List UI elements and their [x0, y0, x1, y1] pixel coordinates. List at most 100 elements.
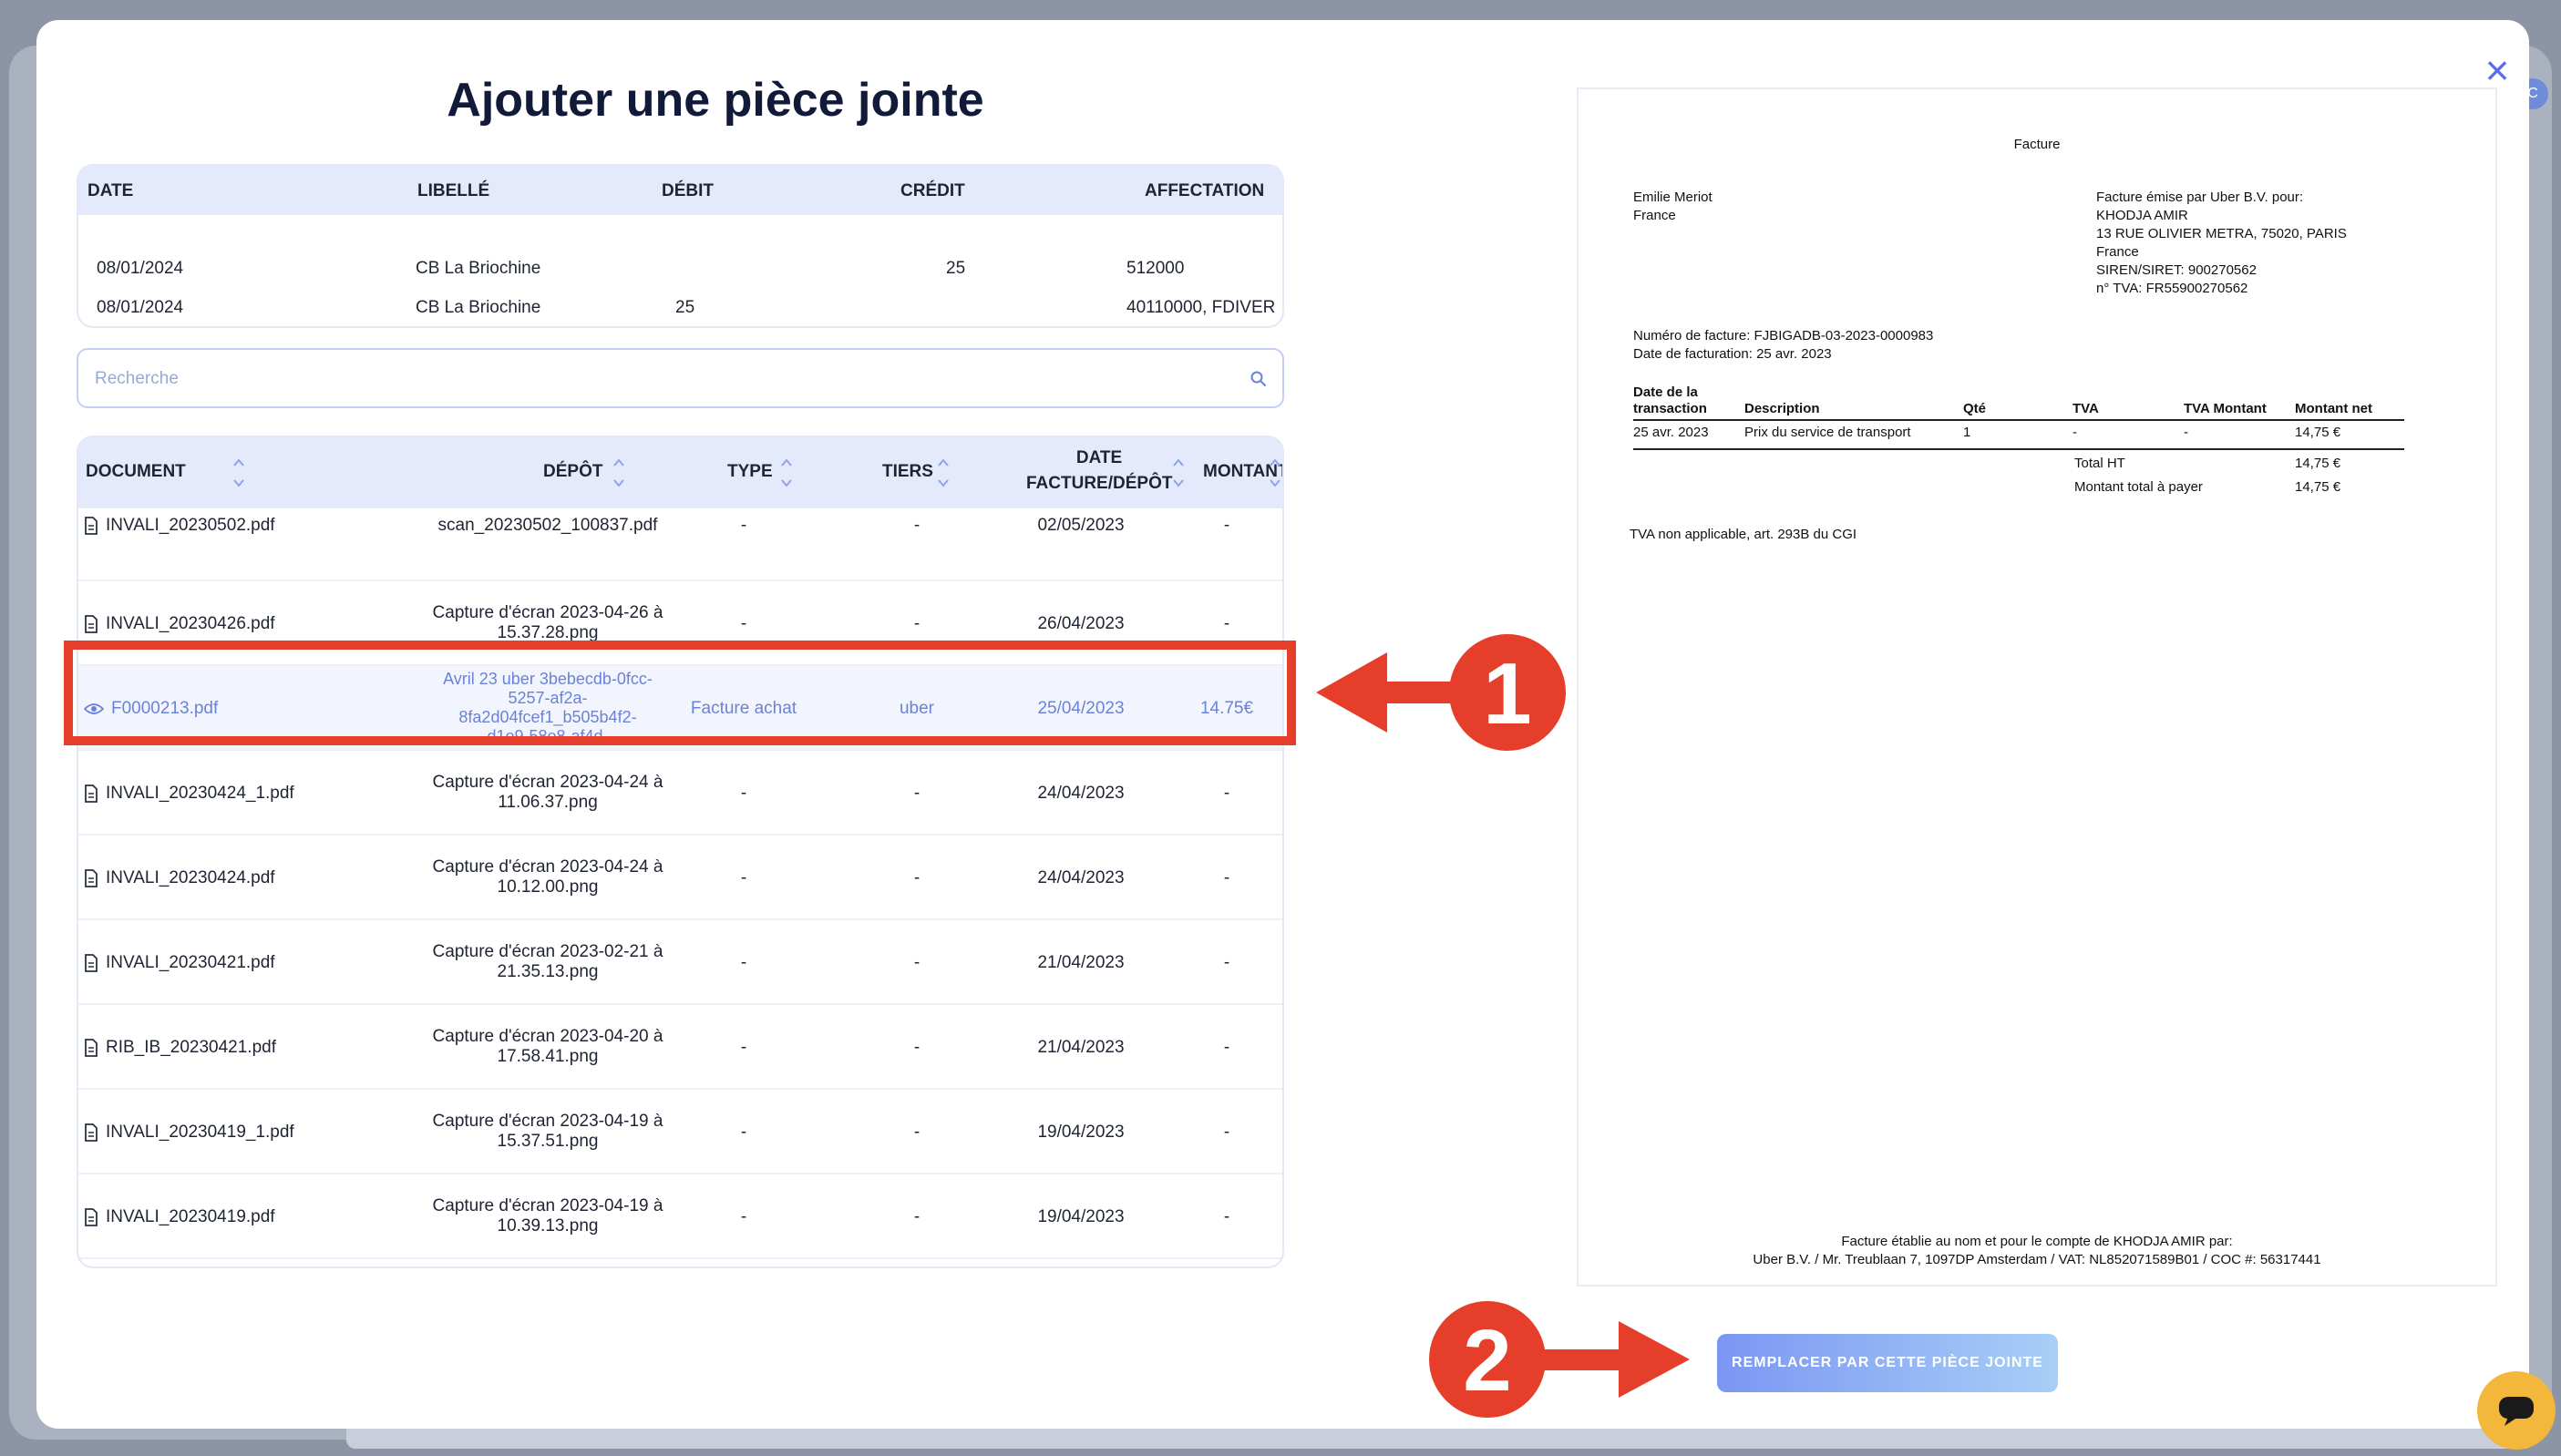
date-cell: 21/04/2023 — [1037, 953, 1125, 972]
type-cell: - — [740, 868, 747, 887]
column-header-tiers[interactable]: TIERS — [882, 462, 933, 482]
type-cell: - — [740, 1123, 747, 1142]
type-cell: Facture achat — [690, 699, 797, 718]
document-filename[interactable]: INVALI_20230424.pdf — [106, 868, 275, 888]
table-row[interactable]: INVALI_20230502.pdf scan_20230502_100837… — [78, 508, 1282, 581]
tiers-cell: - — [913, 1207, 921, 1226]
file-icon — [85, 1039, 98, 1057]
depot-line: 8fa2d04fcef1_b505b4f2- — [458, 708, 637, 726]
montant-cell: - — [1223, 1207, 1230, 1226]
replace-attachment-button[interactable]: REMPLACER PAR CETTE PIÈCE JOINTE — [1717, 1334, 2058, 1392]
column-header-depot[interactable]: DÉPÔT — [543, 462, 602, 482]
search-icon[interactable] — [1250, 370, 1268, 388]
table-row[interactable]: INVALI_20230424_1.pdf Capture d'écran 20… — [78, 751, 1282, 836]
table-row[interactable]: INVALI_20230419.pdf Capture d'écran 2023… — [78, 1174, 1282, 1259]
document-filename[interactable]: INVALI_20230502.pdf — [106, 516, 275, 536]
file-icon — [85, 784, 98, 803]
annotation-arrow-2: 2 — [1429, 1301, 1690, 1418]
document-filename[interactable]: INVALI_20230426.pdf — [106, 614, 275, 634]
depot-line: 5257-af2a- — [508, 689, 588, 707]
invoice-issuer-line: Facture émise par Uber B.V. pour: — [2096, 190, 2304, 205]
sort-arrows-icon[interactable] — [232, 455, 245, 491]
document-cell[interactable]: INVALI_20230419_1.pdf — [84, 1123, 294, 1143]
tx-debit: 25 — [675, 298, 695, 317]
search-input[interactable] — [95, 363, 1207, 395]
invoice-col-tva: TVA — [2072, 401, 2099, 416]
depot-line: 21.35.13.png — [497, 962, 599, 981]
chat-bubble-icon — [2499, 1397, 2534, 1426]
document-cell[interactable]: RIB_IB_20230421.pdf — [84, 1038, 276, 1058]
invoice-line-tva: - — [2072, 425, 2077, 440]
table-row[interactable]: INVALI_20230419_1.pdf Capture d'écran 20… — [78, 1090, 1282, 1174]
document-filename[interactable]: INVALI_20230421.pdf — [106, 953, 275, 973]
document-cell[interactable]: INVALI_20230421.pdf — [84, 953, 275, 973]
document-cell[interactable]: F0000213.pdf — [84, 699, 218, 719]
type-cell: - — [740, 516, 747, 535]
depot-line: Capture d'écran 2023-04-19 à — [432, 1196, 663, 1215]
file-icon — [85, 615, 98, 633]
sort-arrows-icon[interactable] — [612, 455, 625, 491]
document-filename[interactable]: INVALI_20230424_1.pdf — [106, 784, 294, 804]
document-filename[interactable]: INVALI_20230419_1.pdf — [106, 1123, 294, 1143]
type-cell: - — [740, 953, 747, 972]
date-cell: 24/04/2023 — [1037, 868, 1125, 887]
table-row[interactable]: INVALI_20230426.pdf Capture d'écran 2023… — [78, 581, 1282, 666]
file-icon — [85, 1208, 98, 1226]
type-cell: - — [740, 614, 747, 633]
tiers-cell: - — [913, 516, 921, 535]
depot-cell: Capture d'écran 2023-04-24 à 10.12.00.png — [406, 857, 689, 897]
invoice-footer: Facture établie au nom et pour le compte… — [1841, 1234, 2233, 1249]
tiers-cell: - — [913, 614, 921, 633]
sort-arrows-icon[interactable] — [937, 455, 950, 491]
document-cell[interactable]: INVALI_20230419.pdf — [84, 1207, 275, 1227]
document-cell[interactable]: INVALI_20230424.pdf — [84, 868, 275, 888]
table-row-selected[interactable]: F0000213.pdf Avril 23 uber 3bebecdb-0fcc… — [78, 666, 1282, 751]
tx-credit: 25 — [946, 259, 966, 278]
sort-arrows-icon[interactable] — [1172, 455, 1185, 491]
table-row[interactable]: INVALI_20230421.pdf Capture d'écran 2023… — [78, 920, 1282, 1005]
search-box — [77, 348, 1284, 408]
montant-cell: - — [1223, 1038, 1230, 1057]
document-cell[interactable]: INVALI_20230426.pdf — [84, 614, 275, 634]
depot-line: Avril 23 uber 3bebecdb-0fcc- — [443, 670, 653, 688]
document-filename[interactable]: F0000213.pdf — [111, 699, 218, 719]
document-filename[interactable]: INVALI_20230419.pdf — [106, 1207, 275, 1227]
invoice-issuer-line: n° TVA: FR55900270562 — [2096, 281, 2248, 296]
documents-table-header: DOCUMENT DÉPÔT TYPE TIERS DATE FACTURE/DÉ… — [78, 437, 1282, 508]
table-row[interactable]: 08/01/2024 CB La Briochine 25 40110000, … — [78, 291, 1282, 326]
invoice-col-tva-montant: TVA Montant — [2184, 401, 2267, 416]
close-icon[interactable]: × — [2474, 47, 2520, 93]
depot-cell: Capture d'écran 2023-02-21 à 21.35.13.png — [406, 942, 689, 982]
column-header-document[interactable]: DOCUMENT — [86, 462, 186, 482]
depot-cell: Capture d'écran 2023-04-26 à 15.37.28.png — [406, 603, 689, 643]
invoice-col-date: Date de la — [1633, 385, 1698, 400]
type-cell: - — [740, 1207, 747, 1226]
date-cell: 24/04/2023 — [1037, 784, 1125, 803]
eye-icon[interactable] — [84, 702, 104, 716]
table-row[interactable]: INVALI_20230424.pdf Capture d'écran 2023… — [78, 836, 1282, 920]
invoice-number: Numéro de facture: FJBIGADB-03-2023-0000… — [1633, 328, 1934, 343]
invoice-col-description: Description — [1744, 401, 1820, 416]
depot-line: 10.12.00.png — [497, 877, 599, 897]
invoice-total-ht: 14,75 € — [2295, 456, 2341, 471]
sort-arrows-icon[interactable] — [780, 455, 793, 491]
document-cell[interactable]: INVALI_20230424_1.pdf — [84, 784, 294, 804]
table-row[interactable]: RIB_IB_20230421.pdf Capture d'écran 2023… — [78, 1005, 1282, 1090]
chat-widget-button[interactable] — [2477, 1371, 2556, 1450]
column-header-type[interactable]: TYPE — [727, 462, 773, 482]
transactions-table-header: DATE LIBELLÉ DÉBIT CRÉDIT AFFECTATION — [78, 166, 1282, 215]
invoice-line-description: Prix du service de transport — [1744, 425, 1911, 440]
tiers-cell: uber — [899, 699, 935, 718]
depot-cell: Capture d'écran 2023-04-19 à 15.37.51.png — [406, 1112, 689, 1152]
invoice-issuer-line: 13 RUE OLIVIER METRA, 75020, PARIS — [2096, 226, 2347, 241]
invoice-line-tva-montant: - — [2184, 425, 2188, 440]
invoice-footer: Uber B.V. / Mr. Treublaan 7, 1097DP Amst… — [1753, 1252, 2321, 1267]
sort-arrows-icon[interactable] — [1269, 455, 1281, 491]
document-filename[interactable]: RIB_IB_20230421.pdf — [106, 1038, 276, 1058]
table-row[interactable]: 08/01/2024 CB La Briochine 25 512000 — [78, 251, 1282, 288]
column-header-date[interactable]: DATE FACTURE/DÉPÔT — [1026, 446, 1172, 497]
invoice-total-label: Montant total à payer — [2074, 479, 2203, 495]
document-cell[interactable]: INVALI_20230502.pdf — [84, 516, 275, 536]
documents-table: DOCUMENT DÉPÔT TYPE TIERS DATE FACTURE/DÉ… — [77, 436, 1284, 1268]
montant-cell: - — [1223, 516, 1230, 535]
